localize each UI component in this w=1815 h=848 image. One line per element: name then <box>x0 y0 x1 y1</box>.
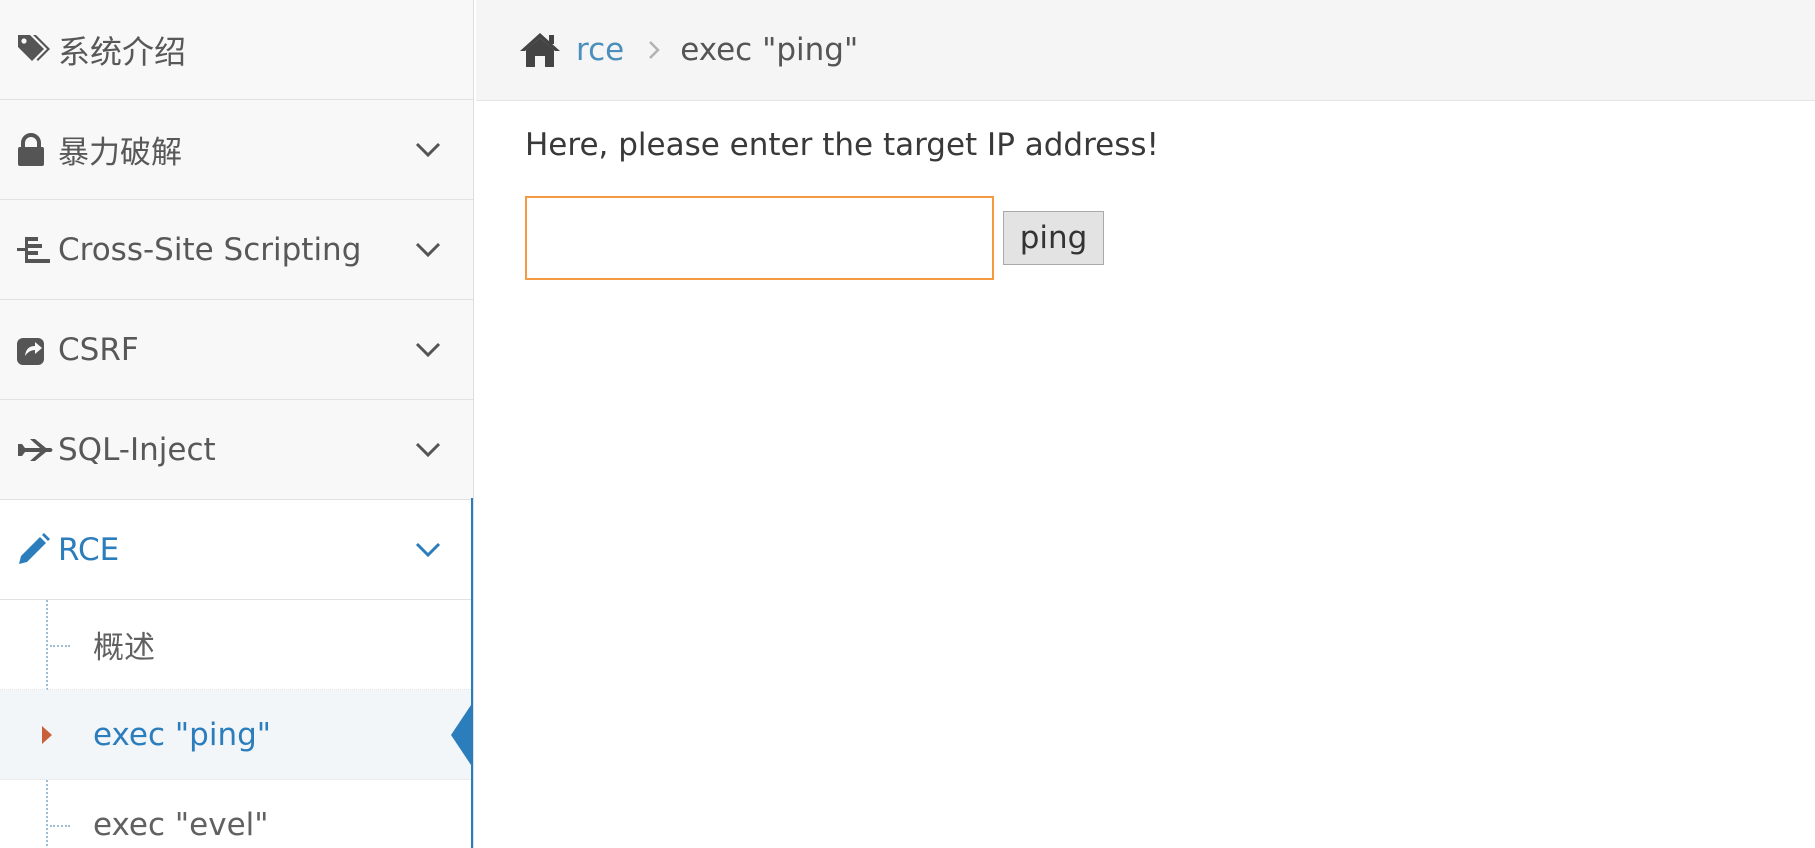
home-icon[interactable] <box>518 31 562 69</box>
sidebar-item-label: RCE <box>58 531 120 568</box>
chevron-down-icon <box>413 242 443 258</box>
breadcrumb-link-rce[interactable]: rce <box>576 32 624 68</box>
main-content: Here, please enter the target IP address… <box>476 101 1815 848</box>
breadcrumb: rce exec "ping" <box>476 0 1815 101</box>
active-section-bar <box>471 498 473 848</box>
chevron-right-icon <box>648 40 660 60</box>
lock-icon <box>16 132 58 167</box>
sidebar-item-rce[interactable]: RCE <box>0 500 473 600</box>
caret-right-icon <box>42 725 52 744</box>
chevron-down-icon <box>413 542 443 558</box>
breadcrumb-current: exec "ping" <box>680 32 859 68</box>
tree-dash <box>50 644 70 647</box>
sidebar-item-label: Cross-Site Scripting <box>58 231 362 268</box>
share-icon <box>16 334 58 366</box>
chevron-down-icon <box>413 142 443 158</box>
sidebar-item-sql-inject[interactable]: SQL-Inject <box>0 400 473 500</box>
submenu-item-overview[interactable]: 概述 <box>0 600 473 690</box>
sidebar-item-intro[interactable]: 系统介绍 <box>0 0 473 100</box>
submenu-item-exec-ping[interactable]: exec "ping" <box>0 690 473 780</box>
tree-icon <box>16 235 58 265</box>
submenu-item-label: exec "evel" <box>93 806 269 843</box>
sidebar-item-csrf[interactable]: CSRF <box>0 300 473 400</box>
sidebar-item-label: 系统介绍 <box>58 32 187 71</box>
plane-icon <box>16 437 58 463</box>
rce-submenu: 概述 exec "ping" exec "evel" <box>0 600 473 848</box>
pencil-icon <box>16 532 58 567</box>
sidebar: 系统介绍 暴力破解 Cross-Site Scripting CSRF SQL-… <box>0 0 474 848</box>
chevron-down-icon <box>413 342 443 358</box>
sidebar-item-label: SQL-Inject <box>58 431 216 468</box>
submenu-item-exec-evel[interactable]: exec "evel" <box>0 780 473 848</box>
ping-button[interactable]: ping <box>1003 211 1104 265</box>
sidebar-item-label: CSRF <box>58 331 139 368</box>
sidebar-item-brute-force[interactable]: 暴力破解 <box>0 100 473 200</box>
ip-address-input[interactable] <box>525 196 994 280</box>
sidebar-item-label: 暴力破解 <box>58 135 182 171</box>
page-prompt: Here, please enter the target IP address… <box>525 127 1159 163</box>
chevron-down-icon <box>413 442 443 458</box>
sidebar-item-xss[interactable]: Cross-Site Scripting <box>0 200 473 300</box>
tags-icon <box>16 33 58 67</box>
tree-dash <box>50 824 70 827</box>
submenu-item-label: 概述 <box>93 630 155 666</box>
submenu-item-label: exec "ping" <box>93 716 272 753</box>
